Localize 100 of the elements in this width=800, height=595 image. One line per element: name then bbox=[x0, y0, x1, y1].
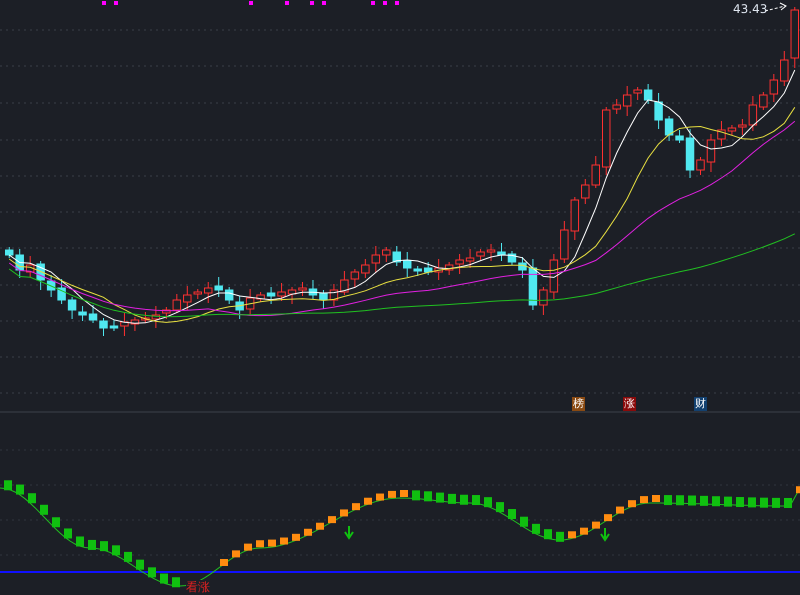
candlestick bbox=[644, 84, 652, 104]
candlestick bbox=[612, 98, 621, 114]
candlestick bbox=[340, 270, 349, 296]
indicator-bar bbox=[472, 495, 480, 506]
indicator-bar bbox=[100, 541, 108, 552]
candlestick bbox=[130, 316, 140, 332]
indicator-bar bbox=[148, 567, 156, 578]
candlestick bbox=[738, 118, 747, 136]
down-arrow-icon bbox=[600, 527, 610, 542]
indicator-bar bbox=[268, 540, 276, 547]
candlestick bbox=[15, 248, 24, 278]
event-badge: 榜 bbox=[572, 397, 585, 411]
indicator-bar bbox=[748, 497, 756, 508]
indicator-bar bbox=[664, 495, 672, 506]
indicator-bar bbox=[172, 577, 180, 588]
candlestick bbox=[183, 286, 192, 310]
signal-marker bbox=[395, 1, 399, 5]
price-label: 43.43 bbox=[733, 2, 768, 16]
candlestick bbox=[696, 156, 705, 176]
indicator-bar bbox=[796, 486, 800, 494]
candlestick bbox=[550, 254, 558, 300]
candlestick bbox=[728, 124, 736, 136]
indicator-bar bbox=[604, 514, 612, 522]
indicator-bar bbox=[484, 497, 492, 508]
indicator-bar bbox=[676, 495, 684, 506]
candlestick bbox=[141, 312, 150, 324]
candlestick bbox=[560, 220, 569, 264]
candlestick bbox=[204, 282, 212, 304]
indicator-bar bbox=[52, 517, 60, 528]
signal-marker bbox=[114, 1, 118, 5]
indicator-bar bbox=[592, 522, 600, 529]
indicator-bar bbox=[76, 536, 84, 546]
indicator-bar bbox=[376, 494, 384, 501]
indicator-bar bbox=[772, 498, 780, 508]
indicator-bar bbox=[736, 497, 744, 508]
indicator-bar bbox=[328, 516, 336, 524]
candlestick bbox=[770, 74, 778, 102]
indicator-bar bbox=[412, 490, 420, 500]
candlestick bbox=[706, 134, 716, 172]
candlestick bbox=[748, 96, 758, 132]
candlestick bbox=[99, 318, 108, 336]
candlestick bbox=[36, 260, 45, 290]
candlestick bbox=[88, 304, 98, 324]
candlestick bbox=[110, 320, 118, 332]
candlestick bbox=[413, 266, 422, 276]
indicator-bar bbox=[580, 528, 588, 535]
indicator-bar bbox=[688, 496, 696, 506]
candlestick bbox=[277, 282, 286, 302]
indicator-bar bbox=[712, 496, 720, 506]
candlestick bbox=[717, 120, 726, 146]
candlestick bbox=[675, 130, 684, 144]
candlestick bbox=[214, 276, 223, 298]
candlestick bbox=[508, 250, 516, 266]
indicator-bar bbox=[292, 534, 300, 541]
indicator-bar bbox=[4, 480, 12, 490]
candlestick bbox=[246, 288, 254, 316]
candlestick bbox=[172, 294, 182, 314]
candlestick bbox=[194, 288, 202, 300]
candlestick bbox=[622, 86, 632, 116]
candlestick bbox=[592, 156, 600, 188]
candlestick bbox=[476, 248, 485, 260]
signal-marker bbox=[371, 1, 375, 5]
indicator-bar bbox=[64, 528, 72, 538]
indicator-bar bbox=[448, 494, 456, 504]
indicator-bar bbox=[784, 498, 792, 508]
indicator-bar bbox=[88, 540, 96, 550]
candlestick bbox=[120, 312, 129, 336]
candlestick bbox=[266, 286, 276, 304]
candlestick bbox=[26, 256, 34, 278]
indicator-bar bbox=[508, 509, 516, 520]
event-badge: 涨 bbox=[623, 397, 636, 411]
candlestick bbox=[486, 244, 496, 262]
indicator-bar bbox=[40, 504, 48, 515]
indicator-bar bbox=[532, 524, 540, 534]
indicator-bar bbox=[628, 500, 636, 508]
signal-marker bbox=[383, 1, 387, 5]
indicator-bar bbox=[760, 498, 768, 508]
indicator-bar bbox=[160, 574, 168, 584]
indicator-bar bbox=[136, 560, 144, 570]
candlestick bbox=[455, 254, 464, 274]
signal-marker bbox=[285, 1, 289, 5]
indicator-bar bbox=[364, 498, 372, 505]
candlestick bbox=[361, 258, 370, 278]
indicator-bar bbox=[640, 496, 648, 504]
candlestick bbox=[392, 246, 401, 266]
candlestick bbox=[152, 306, 160, 328]
indicator-bar bbox=[544, 529, 552, 540]
candlestick bbox=[78, 306, 87, 322]
candlestick bbox=[5, 246, 14, 258]
candlestick bbox=[57, 278, 66, 304]
candlestick bbox=[162, 306, 171, 320]
candlestick bbox=[497, 242, 506, 262]
candlestick bbox=[539, 286, 548, 316]
indicator-bar bbox=[388, 490, 396, 498]
indicator-bar bbox=[28, 493, 36, 504]
candlestick bbox=[528, 258, 538, 310]
indicator-bar bbox=[304, 528, 312, 536]
candlestick bbox=[382, 246, 391, 262]
candlestick bbox=[308, 280, 318, 300]
indicator-bar bbox=[124, 552, 132, 562]
